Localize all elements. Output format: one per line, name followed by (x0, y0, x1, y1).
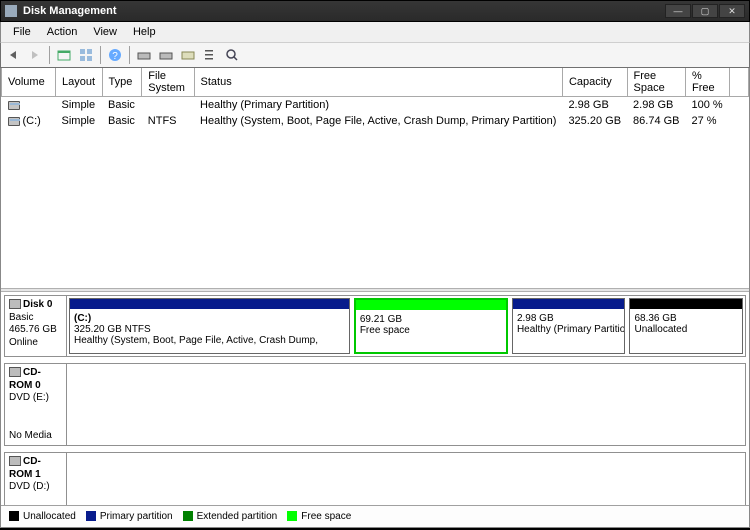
volume-table: Volume Layout Type File System Status Ca… (1, 68, 749, 129)
app-icon (5, 5, 17, 17)
partition[interactable]: 69.21 GBFree space (354, 298, 508, 354)
menu-action[interactable]: Action (39, 24, 86, 40)
partition[interactable]: (C:)325.20 GB NTFSHealthy (System, Boot,… (69, 298, 350, 354)
disk-row: Disk 0Basic465.76 GBOnline(C:)325.20 GB … (4, 295, 746, 357)
disk-icon-1[interactable] (134, 45, 154, 65)
help-icon[interactable]: ? (105, 45, 125, 65)
no-media (67, 364, 745, 445)
menu-view[interactable]: View (85, 24, 125, 40)
window-title: Disk Management (23, 5, 665, 17)
close-button[interactable]: ✕ (719, 4, 745, 18)
maximize-button[interactable]: ▢ (692, 4, 718, 18)
legend: Unallocated Primary partition Extended par… (1, 505, 749, 527)
disk-icon (9, 299, 21, 309)
menu-file[interactable]: File (5, 24, 39, 40)
toolbar: ? (0, 42, 750, 68)
col-pct[interactable]: % Free (686, 68, 730, 97)
col-type[interactable]: Type (102, 68, 142, 97)
col-status[interactable]: Status (194, 68, 562, 97)
disk-icon (9, 456, 21, 466)
disk-info[interactable]: CD-ROM 0DVD (E:)No Media (5, 364, 67, 445)
volume-icon (8, 117, 20, 126)
col-capacity[interactable]: Capacity (562, 68, 627, 97)
titlebar: Disk Management — ▢ ✕ (0, 0, 750, 22)
disk-row: CD-ROM 0DVD (E:)No Media (4, 363, 746, 446)
legend-item: Extended partition (183, 511, 278, 522)
disk-row: CD-ROM 1DVD (D:)No Media (4, 452, 746, 505)
disk-info[interactable]: Disk 0Basic465.76 GBOnline (5, 296, 67, 356)
disk-icon-3[interactable] (178, 45, 198, 65)
menubar: File Action View Help (0, 22, 750, 42)
disk-icon (9, 367, 21, 377)
disk-info[interactable]: CD-ROM 1DVD (D:)No Media (5, 453, 67, 505)
content-area: Volume Layout Type File System Status Ca… (0, 68, 750, 528)
menu-help[interactable]: Help (125, 24, 164, 40)
table-row[interactable]: (C:)SimpleBasicNTFSHealthy (System, Boot… (2, 113, 749, 129)
view-icon[interactable] (76, 45, 96, 65)
col-fs[interactable]: File System (142, 68, 194, 97)
col-layout[interactable]: Layout (56, 68, 103, 97)
legend-item: Unallocated (9, 511, 76, 522)
graphical-pane[interactable]: Disk 0Basic465.76 GBOnline(C:)325.20 GB … (1, 292, 749, 505)
disk-icon-2[interactable] (156, 45, 176, 65)
minimize-button[interactable]: — (665, 4, 691, 18)
list-icon[interactable] (200, 45, 220, 65)
partition[interactable]: 2.98 GBHealthy (Primary Partition) (512, 298, 626, 354)
legend-item: Free space (287, 511, 351, 522)
partition[interactable]: 68.36 GBUnallocated (629, 298, 743, 354)
refresh-icon[interactable] (54, 45, 74, 65)
find-icon[interactable] (222, 45, 242, 65)
col-volume[interactable]: Volume (2, 68, 56, 97)
col-free[interactable]: Free Space (627, 68, 685, 97)
no-media (67, 453, 745, 505)
svg-text:?: ? (112, 51, 118, 62)
col-extra[interactable] (730, 68, 749, 97)
forward-button[interactable] (25, 45, 45, 65)
back-button[interactable] (3, 45, 23, 65)
legend-item: Primary partition (86, 511, 173, 522)
table-row[interactable]: SimpleBasicHealthy (Primary Partition)2.… (2, 97, 749, 114)
volume-icon (8, 101, 20, 110)
volume-list-pane[interactable]: Volume Layout Type File System Status Ca… (1, 68, 749, 288)
